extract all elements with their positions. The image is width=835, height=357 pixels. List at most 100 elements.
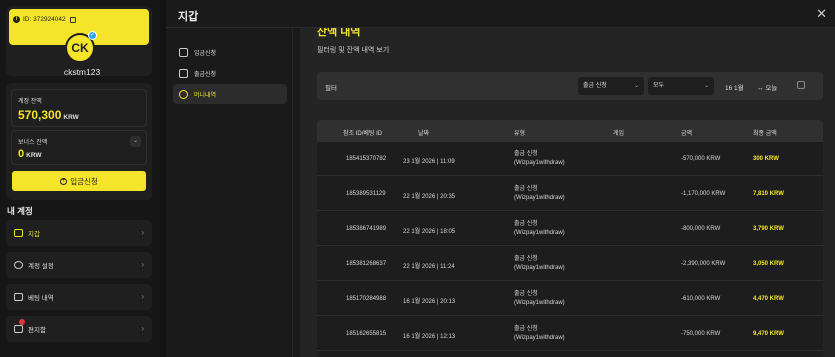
menu-item-label: 계정 설정 — [28, 263, 54, 270]
verified-icon: ✓ — [88, 31, 97, 40]
table-row[interactable]: 185162655815 16 1월 2026 | 12:13 출금 신청 (Wi… — [317, 317, 823, 351]
nav-item-money-history[interactable]: 머니내역 — [173, 84, 287, 104]
cell-final-amount: 4,470 KRW — [753, 296, 784, 302]
type-select[interactable]: 출금 신청 ⌄ — [578, 77, 644, 95]
calendar-icon[interactable] — [797, 81, 805, 89]
cell-date: 23 1월 2026 | 11:09 — [403, 159, 455, 165]
menu-item-account-settings[interactable]: 계정 설정 › — [6, 252, 152, 278]
cell-type-detail: (Wizpay1withdraw) — [514, 300, 565, 306]
cell-type-name: 출금 신청 — [514, 291, 538, 297]
wallet-icon — [14, 229, 23, 237]
notification-badge — [19, 319, 25, 325]
money-history-icon — [179, 89, 188, 99]
user-id-text: ID: 372924042 — [23, 16, 66, 23]
cell-type-detail: (Wizpay1withdraw) — [514, 230, 565, 236]
table-row[interactable]: 185381268637 22 1월 2026 | 11:24 출금 신청 (Wi… — [317, 247, 823, 281]
account-balance-box: 계정 잔액 570,300 KRW — [11, 89, 147, 127]
status-select[interactable]: 모두 ⌄ — [648, 77, 714, 95]
chevron-right-icon: › — [141, 228, 144, 237]
menu-item-label: 편지함 — [28, 327, 46, 334]
cell-type: 출금 신청 (Wizpay1withdraw) — [514, 255, 565, 273]
history-table: 참조 ID/베팅 ID 날짜 유형 게임 금액 최종 금액 1854153707… — [317, 120, 823, 357]
account-balance-value: 570,300 KRW — [18, 108, 79, 122]
account-balance-unit: KRW — [63, 114, 79, 121]
cell-type-detail: (Wizpay1withdraw) — [514, 265, 565, 271]
cell-date: 22 1월 2026 | 11:24 — [403, 264, 455, 270]
user-id: i ID: 372924042 — [13, 16, 76, 23]
profile-card: i ID: 372924042 CK ✓ ckstm123 — [6, 6, 152, 77]
deposit-button[interactable]: + 입금신청 — [12, 171, 146, 191]
cell-type-name: 출금 신청 — [514, 151, 538, 157]
bet-history-icon — [14, 293, 23, 301]
user-settings-icon — [14, 261, 23, 269]
cell-type-name: 출금 신청 — [514, 221, 538, 227]
account-balance-amount: 570,300 — [18, 108, 62, 122]
cell-type: 출금 신청 (Wizpay1withdraw) — [514, 325, 565, 343]
cell-type-detail: (Wizpay1withdraw) — [514, 160, 565, 166]
cell-date: 16 1월 2026 | 12:13 — [403, 334, 456, 340]
cell-amount: -1,170,000 KRW — [681, 191, 726, 197]
cell-amount: -570,000 KRW — [681, 156, 721, 162]
cell-final-amount: 3,050 KRW — [753, 261, 784, 267]
nav-item-label: 입금신청 — [194, 50, 217, 57]
bonus-balance-amount: 0 — [18, 148, 25, 160]
withdraw-icon — [179, 68, 188, 78]
nav-item-label: 출금신청 — [194, 71, 217, 78]
cell-amount: -800,000 KRW — [681, 226, 721, 232]
chevron-down-icon[interactable]: ⌄ — [130, 136, 141, 147]
table-row[interactable]: 185389531129 22 1월 2026 | 20:35 출금 신청 (Wi… — [317, 177, 823, 211]
cell-type: 출금 신청 (Wizpay1withdraw) — [514, 290, 565, 308]
today-button[interactable]: ↔ 오늘 — [757, 82, 777, 92]
status-select-value: 모두 — [653, 83, 665, 89]
column-header-date: 날짜 — [418, 131, 430, 137]
cell-type-name: 출금 신청 — [514, 256, 538, 262]
nav-item-deposit[interactable]: 입금신청 — [173, 42, 287, 62]
menu-item-mailbox[interactable]: 편지함 › — [6, 316, 152, 342]
menu-item-label: 지갑 — [28, 231, 40, 238]
deposit-icon — [179, 47, 188, 57]
column-header-game: 게임 — [613, 131, 625, 137]
cell-final-amount: 7,810 KRW — [753, 191, 784, 197]
column-header-id: 참조 ID/베팅 ID — [343, 131, 383, 137]
filter-bar: 필터 출금 신청 ⌄ 모두 ⌄ 16 1월 ↔ 오늘 — [317, 72, 823, 100]
close-icon[interactable]: ✕ — [816, 6, 827, 22]
cell-id: 185415370782 — [346, 156, 387, 162]
cell-type-name: 출금 신청 — [514, 326, 538, 332]
date-picker[interactable]: 16 1월 — [725, 82, 744, 92]
content-subtitle: 필터링 및 잔액 내역 보기 — [317, 47, 390, 54]
modal-title: 지갑 — [178, 11, 199, 23]
plus-icon: + — [60, 177, 68, 185]
cell-type: 출금 신청 (Wizpay1withdraw) — [514, 220, 565, 238]
chevron-right-icon: › — [141, 292, 144, 301]
cell-type-detail: (Wizpay1withdraw) — [514, 335, 565, 341]
copy-icon[interactable] — [69, 16, 76, 23]
table-header: 참조 ID/베팅 ID 날짜 유형 게임 금액 최종 금액 — [317, 120, 823, 142]
cell-date: 22 1월 2026 | 18:05 — [403, 229, 456, 235]
cell-id: 185381268637 — [346, 261, 387, 267]
cell-type-detail: (Wizpay1withdraw) — [514, 195, 565, 201]
menu-item-bet-history[interactable]: 베팅 내역 › — [6, 284, 152, 310]
bonus-balance-label: 보너스 잔액 — [18, 140, 48, 146]
bonus-balance-box: 보너스 잔액 ⌄ 0 KRW — [11, 130, 147, 165]
chevron-right-icon: › — [141, 260, 144, 269]
chevron-down-icon: ⌄ — [633, 83, 639, 89]
nav-item-withdraw[interactable]: 출금신청 — [173, 63, 287, 83]
balance-history-content: 잔액 내역 필터링 및 잔액 내역 보기 필터 출금 신청 ⌄ 모두 ⌄ 16 … — [300, 28, 835, 357]
cell-date: 22 1월 2026 | 20:35 — [403, 194, 456, 200]
modal-header: 지갑 ✕ — [166, 0, 835, 28]
today-button-label: 오늘 — [765, 85, 778, 92]
cell-id: 185170284988 — [346, 296, 387, 302]
table-row[interactable]: 185386741989 22 1월 2026 | 18:05 출금 신청 (Wi… — [317, 212, 823, 246]
my-account-title: 내 계정 — [7, 206, 33, 216]
column-header-amount: 금액 — [681, 131, 693, 137]
column-header-final-amount: 최종 금액 — [753, 131, 777, 137]
table-row[interactable]: 185415370782 23 1월 2026 | 11:09 출금 신청 (Wi… — [317, 142, 823, 176]
menu-item-label: 베팅 내역 — [28, 295, 54, 302]
table-row[interactable]: 185170284988 16 1월 2026 | 20:13 출금 신청 (Wi… — [317, 282, 823, 316]
balance-panel: 계정 잔액 570,300 KRW 보너스 잔액 ⌄ 0 KRW + 입금신청 — [6, 83, 152, 200]
chevron-down-icon: ⌄ — [703, 83, 709, 89]
nav-item-label: 머니내역 — [194, 92, 217, 99]
chevron-right-icon: › — [141, 324, 144, 333]
cell-final-amount: 300 KRW — [753, 156, 779, 162]
menu-item-wallet[interactable]: 지갑 › — [6, 220, 152, 246]
